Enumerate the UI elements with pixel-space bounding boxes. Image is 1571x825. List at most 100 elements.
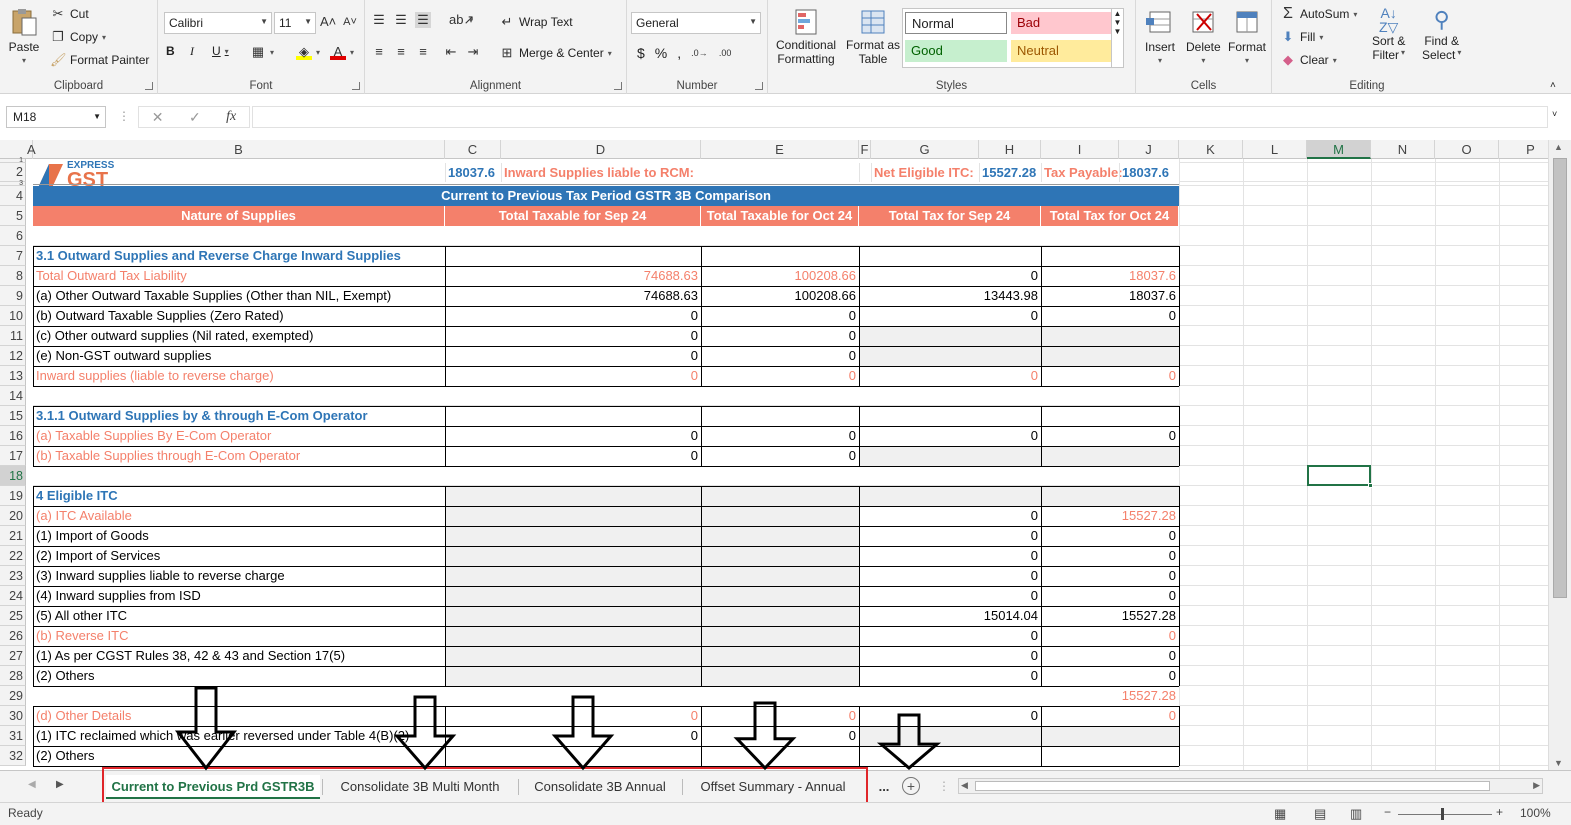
row-header[interactable]: 10 (0, 306, 26, 326)
column-header[interactable]: J (1119, 140, 1179, 159)
percent-icon[interactable]: % (655, 45, 667, 61)
chevron-right-icon[interactable]: ▶ (1533, 780, 1540, 791)
shrink-font-button[interactable]: A˅ (342, 14, 358, 30)
row-header[interactable]: 32 (0, 746, 26, 766)
split-grip-icon[interactable]: ⋮ (938, 779, 950, 793)
styles-scroll[interactable]: ▲ ▼ ▼ (1111, 9, 1123, 67)
zoom-level[interactable]: 100% (1520, 806, 1551, 820)
column-header[interactable]: I (1041, 140, 1119, 159)
row-header[interactable]: 29 (0, 686, 26, 706)
wrap-text-button[interactable]: ↵ Wrap Text (499, 14, 573, 30)
font-color-button[interactable]: A ▾ (330, 44, 354, 60)
column-header[interactable]: M (1307, 140, 1371, 159)
horizontal-align-buttons[interactable]: ≡ ≡ ≡ (371, 44, 431, 60)
style-good[interactable]: Good (905, 40, 1007, 62)
paste-button[interactable]: Paste ▾ (8, 6, 40, 65)
fill-button[interactable]: ⬇ Fill ▾ (1280, 29, 1324, 45)
format-painter-button[interactable]: 🖌 Format Painter (50, 52, 149, 68)
vertical-scroll-thumb[interactable] (1553, 158, 1567, 598)
more-tabs-button[interactable]: ... (872, 775, 896, 799)
decrease-decimal-icon[interactable]: .00 (717, 45, 733, 61)
clear-button[interactable]: ◆ Clear ▾ (1280, 52, 1337, 68)
style-bad[interactable]: Bad (1011, 12, 1111, 34)
sort-filter-button[interactable]: A↓ Z▽ Sort & Filter ▾ (1372, 6, 1405, 62)
copy-button[interactable]: ❐ Copy ▾ (50, 29, 106, 45)
column-header[interactable]: D (501, 140, 701, 159)
worksheet-grid[interactable]: ABCDEFGHIJKLMNOP 1 2 3 4 5 6 7 8 9 10 11 12 13 14 15 16… (0, 140, 1548, 770)
collapse-ribbon-button[interactable]: ˄ (1550, 80, 1556, 91)
number-format-buttons[interactable]: $ % , .0→ .00 (637, 45, 733, 61)
row-header[interactable]: 12 (0, 346, 26, 366)
fx-button[interactable]: fx (226, 109, 236, 125)
font-size-select[interactable]: 11 ▼ (274, 12, 316, 34)
dialog-launcher-icon[interactable] (145, 82, 153, 90)
column-header[interactable]: O (1435, 140, 1499, 159)
row-header[interactable]: 25 (0, 606, 26, 626)
row-header[interactable]: 11 (0, 326, 26, 346)
row-header[interactable]: 6 (0, 226, 26, 246)
row-header[interactable]: 16 (0, 426, 26, 446)
row-header[interactable]: 20 (0, 506, 26, 526)
row-header[interactable]: 13 (0, 366, 26, 386)
row-header[interactable]: 7 (0, 246, 26, 266)
chevron-up-icon[interactable]: ▲ (1554, 142, 1563, 152)
chevron-left-icon[interactable]: ◀ (961, 780, 968, 791)
vertical-align-buttons[interactable]: ☰ ☰ ☰ (371, 12, 431, 28)
bold-button[interactable]: B (166, 44, 175, 58)
find-select-button[interactable]: ⚲ Find & Select ▾ (1422, 6, 1461, 62)
grow-font-button[interactable]: A˄ (320, 14, 336, 30)
selected-cell[interactable] (1307, 465, 1371, 486)
fill-handle[interactable] (1368, 483, 1373, 488)
tab-scroll-right-icon[interactable]: ▶ (56, 779, 64, 790)
column-header[interactable]: G (871, 140, 979, 159)
underline-button[interactable]: U ▾ (212, 44, 229, 58)
vertical-scrollbar[interactable]: ▲ ▼ (1548, 140, 1571, 770)
zoom-out-icon[interactable]: − (1384, 805, 1391, 819)
expand-formula-bar-button[interactable]: ˅ (1552, 109, 1557, 119)
zoom-slider[interactable] (1398, 814, 1492, 815)
row-header[interactable]: 26 (0, 626, 26, 646)
row-header[interactable]: 17 (0, 446, 26, 466)
row-header[interactable]: 5 (0, 206, 26, 226)
column-header[interactable]: K (1179, 140, 1243, 159)
row-header[interactable]: 31 (0, 726, 26, 746)
column-header[interactable]: B (33, 140, 445, 159)
format-button[interactable]: Format ▾ (1228, 6, 1266, 65)
row-header[interactable]: 8 (0, 266, 26, 286)
column-header[interactable]: L (1243, 140, 1307, 159)
cut-button[interactable]: ✂ Cut (50, 6, 89, 22)
row-header[interactable]: 27 (0, 646, 26, 666)
tab-scroll-left-icon[interactable]: ◀ (28, 779, 36, 790)
row-header[interactable]: 9 (0, 286, 26, 306)
currency-icon[interactable]: $ (637, 45, 645, 61)
format-as-table-button[interactable]: Format as Table (846, 6, 900, 66)
row-header[interactable]: 23 (0, 566, 26, 586)
column-header[interactable]: N (1371, 140, 1435, 159)
font-name-select[interactable]: Calibri ▼ (164, 12, 272, 34)
row-header[interactable]: 19 (0, 486, 26, 506)
column-header[interactable]: E (701, 140, 859, 159)
formula-input[interactable] (252, 106, 1548, 128)
row-header[interactable]: 22 (0, 546, 26, 566)
orientation-button[interactable]: ab↗ ▾ (449, 12, 474, 28)
comma-icon[interactable]: , (677, 45, 681, 61)
style-normal[interactable]: Normal (905, 12, 1007, 34)
dialog-launcher-icon[interactable] (755, 82, 763, 90)
delete-button[interactable]: Delete ▾ (1186, 6, 1221, 65)
column-header[interactable]: P (1499, 140, 1548, 159)
row-header[interactable]: 15 (0, 406, 26, 426)
conditional-formatting-button[interactable]: Conditional Formatting (776, 6, 836, 66)
zoom-in-icon[interactable]: + (1496, 805, 1503, 819)
borders-button[interactable]: ▦ ▾ (250, 44, 274, 60)
horizontal-scrollbar[interactable]: ◀ ▶ (958, 778, 1543, 794)
row-header[interactable]: 4 (0, 186, 26, 206)
italic-button[interactable]: I (190, 44, 194, 59)
merge-center-button[interactable]: ⊞ Merge & Center ▾ (499, 45, 612, 61)
dialog-launcher-icon[interactable] (614, 82, 622, 90)
insert-button[interactable]: Insert ▾ (1144, 6, 1176, 65)
normal-view-icon[interactable]: ▦ (1274, 806, 1286, 822)
column-header[interactable]: H (979, 140, 1041, 159)
row-header[interactable]: 21 (0, 526, 26, 546)
check-icon[interactable]: ✓ (189, 109, 201, 126)
indent-buttons[interactable]: ⇤ ⇥ (443, 44, 481, 60)
